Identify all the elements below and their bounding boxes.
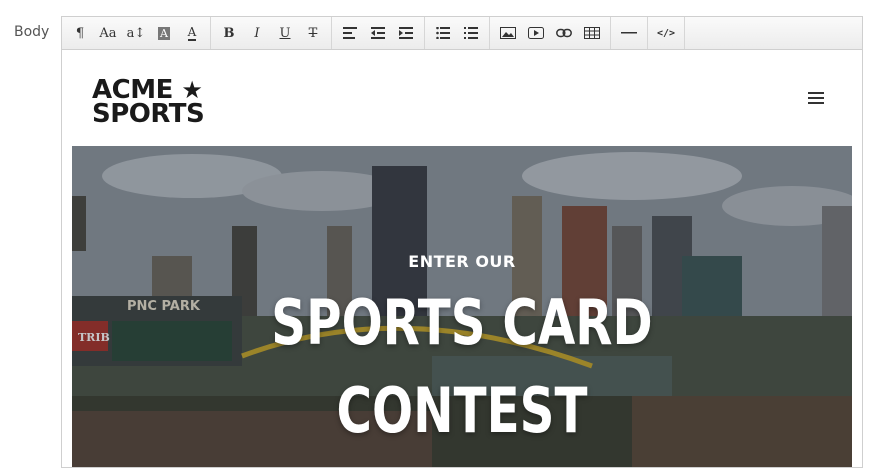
bold-icon: B [223,25,235,41]
toolbar-group-format: B I U T [211,17,332,49]
text-color-button[interactable]: A [178,20,206,46]
underline-icon: U [279,25,291,41]
strikethrough-button[interactable]: T [299,20,327,46]
font-size-icon: a↕ [126,25,146,41]
toolbar-group-code: </> [648,17,685,49]
font-family-button[interactable]: Aa [94,20,122,46]
code-view-icon: </> [656,27,676,39]
hero-title-line1: SPORTS CARD [271,286,653,359]
hero-eyebrow: ENTER OUR [408,252,516,271]
menu-icon[interactable] [808,92,824,104]
editor-toolbar: ¶ Aa a↕ A A B I U T </> [62,17,862,50]
logo-line2: SPORTS [92,99,205,129]
toolbar-group-rule [611,17,648,49]
horizontal-rule-button[interactable] [615,20,643,46]
italic-icon: I [254,25,260,41]
link-icon [556,28,572,38]
indent-button[interactable] [392,20,420,46]
toolbar-group-style: ¶ Aa a↕ A A [62,17,211,49]
strikethrough-icon: T [308,25,318,41]
background-color-icon: A [158,26,170,40]
code-view-button[interactable]: </> [652,20,680,46]
body-field-label: Body [14,24,50,40]
table-icon [584,27,600,39]
toolbar-group-lists [425,17,490,49]
rich-text-editor[interactable]: ¶ Aa a↕ A A B I U T </> ACME ★ SPORTS PN… [61,16,863,468]
align-button[interactable] [336,20,364,46]
bullet-list-icon [436,27,450,39]
align-icon [343,27,357,39]
acme-sports-logo: ACME ★ SPORTS [92,77,205,129]
italic-button[interactable]: I [243,20,271,46]
outdent-button[interactable] [364,20,392,46]
outdent-icon [371,27,385,39]
image-icon [500,27,516,39]
toolbar-group-insert [490,17,611,49]
underline-button[interactable]: U [271,20,299,46]
insert-table-button[interactable] [578,20,606,46]
email-header: ACME ★ SPORTS [62,50,862,146]
insert-link-button[interactable] [550,20,578,46]
horizontal-rule-icon [621,32,637,34]
indent-icon [399,27,413,39]
paragraph-style-button[interactable]: ¶ [66,20,94,46]
hero-banner: PNC PARK TRIB ENTER OUR SPORTS CARD CONT… [72,146,852,467]
toolbar-group-align [332,17,425,49]
paragraph-icon: ¶ [75,25,85,41]
hero-title-line2: CONTEST [336,374,588,447]
font-size-button[interactable]: a↕ [122,20,150,46]
background-color-button[interactable]: A [150,20,178,46]
font-family-icon: Aa [99,25,117,41]
numbered-list-button[interactable] [457,20,485,46]
video-icon [528,27,544,39]
text-color-icon: A [187,25,197,41]
numbered-list-icon [464,27,478,39]
insert-image-button[interactable] [494,20,522,46]
editor-content[interactable]: ACME ★ SPORTS PNC PARK TRIB ENTER OUR SP… [62,50,862,467]
bullet-list-button[interactable] [429,20,457,46]
bold-button[interactable]: B [215,20,243,46]
insert-video-button[interactable] [522,20,550,46]
